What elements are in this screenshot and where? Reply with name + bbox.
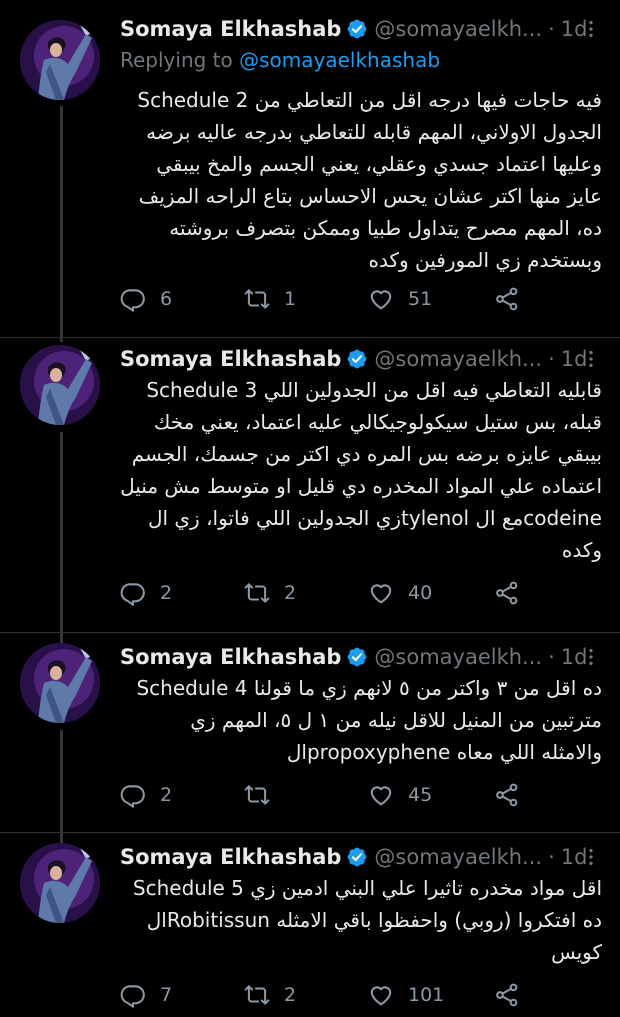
separator-dot: · bbox=[548, 17, 555, 41]
tweet-header: Somaya Elkhashab @somayaelkh... · 1d bbox=[120, 342, 587, 376]
tweet[interactable]: Somaya Elkhashab @somayaelkh... · 1d Sch… bbox=[0, 640, 620, 832]
verified-badge-icon bbox=[346, 348, 368, 370]
author-handle[interactable]: @somayaelkh... bbox=[374, 645, 542, 669]
retweet-icon bbox=[244, 580, 270, 606]
like-count: 101 bbox=[408, 984, 445, 1006]
tweet-text: Schedule 4 ده اقل من ٣ واكتر من ٥ لانهم … bbox=[136, 676, 602, 764]
tweet[interactable]: Somaya Elkhashab @somayaelkh... · 1d Sch… bbox=[0, 342, 620, 632]
tweet-header: Somaya Elkhashab @somayaelkh... · 1d bbox=[120, 840, 587, 874]
tweet-actions: 2 45 bbox=[120, 780, 540, 810]
like-button[interactable]: 101 bbox=[368, 980, 444, 1010]
retweet-button[interactable]: 2 bbox=[244, 980, 296, 1010]
heart-icon bbox=[368, 782, 394, 808]
share-button[interactable] bbox=[494, 780, 534, 810]
author-handle[interactable]: @somayaelkh... bbox=[374, 347, 542, 371]
retweet-icon bbox=[244, 782, 270, 808]
tweet-actions: 2 2 40 bbox=[120, 578, 540, 608]
more-dots-icon[interactable] bbox=[580, 18, 602, 40]
replying-prefix: Replying to bbox=[120, 48, 240, 72]
reply-count: 2 bbox=[160, 582, 173, 604]
reply-icon bbox=[120, 982, 146, 1008]
author-handle[interactable]: @somayaelkh... bbox=[374, 17, 542, 41]
retweet-count: 1 bbox=[284, 288, 297, 310]
retweet-button[interactable] bbox=[244, 780, 284, 810]
tweet[interactable]: Somaya Elkhashab @somayaelkh... · 1d Sch… bbox=[0, 840, 620, 1017]
share-icon bbox=[494, 982, 520, 1008]
replying-to: Replying to @somayaelkhashab bbox=[120, 48, 440, 72]
divider bbox=[0, 832, 620, 833]
divider bbox=[0, 632, 620, 633]
author-handle[interactable]: @somayaelkh... bbox=[374, 845, 542, 869]
reply-button[interactable]: 2 bbox=[120, 578, 172, 608]
tweet-text: Schedule 2 فيه حاجات فيها درجه اقل من ال… bbox=[137, 88, 602, 272]
tweet-actions: 7 2 101 bbox=[120, 980, 540, 1010]
share-icon bbox=[494, 580, 520, 606]
retweet-count: 2 bbox=[284, 984, 297, 1006]
reply-count: 7 bbox=[160, 984, 173, 1006]
reply-count: 2 bbox=[160, 784, 173, 806]
heart-icon bbox=[368, 580, 394, 606]
share-button[interactable] bbox=[494, 980, 534, 1010]
more-dots-icon[interactable] bbox=[580, 646, 602, 668]
tweet[interactable]: Somaya Elkhashab @somayaelkh... · 1d Rep… bbox=[0, 12, 620, 342]
share-icon bbox=[494, 782, 520, 808]
retweet-count: 2 bbox=[284, 582, 297, 604]
reply-button[interactable]: 2 bbox=[120, 780, 172, 810]
author-name[interactable]: Somaya Elkhashab bbox=[120, 347, 341, 371]
more-dots-icon[interactable] bbox=[580, 846, 602, 868]
heart-icon bbox=[368, 286, 394, 312]
divider bbox=[0, 337, 620, 338]
retweet-button[interactable]: 2 bbox=[244, 578, 296, 608]
verified-badge-icon bbox=[346, 846, 368, 868]
reply-icon bbox=[120, 782, 146, 808]
replying-to-handle[interactable]: @somayaelkhashab bbox=[239, 48, 440, 72]
share-button[interactable] bbox=[494, 284, 534, 314]
like-count: 40 bbox=[408, 582, 433, 604]
retweet-button[interactable]: 1 bbox=[244, 284, 296, 314]
like-count: 51 bbox=[408, 288, 433, 310]
retweet-icon bbox=[244, 982, 270, 1008]
reply-button[interactable]: 6 bbox=[120, 284, 172, 314]
more-dots-icon[interactable] bbox=[580, 348, 602, 370]
retweet-icon bbox=[244, 286, 270, 312]
like-button[interactable]: 51 bbox=[368, 284, 432, 314]
author-name[interactable]: Somaya Elkhashab bbox=[120, 17, 341, 41]
reply-button[interactable]: 7 bbox=[120, 980, 172, 1010]
tweet-text: Schedule 3 قابليه التعاطي فيه اقل من الج… bbox=[120, 378, 602, 562]
verified-badge-icon bbox=[346, 646, 368, 668]
tweet-header: Somaya Elkhashab @somayaelkh... · 1d bbox=[120, 12, 587, 46]
tweet-actions: 6 1 51 bbox=[120, 284, 540, 314]
share-button[interactable] bbox=[494, 578, 534, 608]
verified-badge-icon bbox=[346, 18, 368, 40]
like-count: 45 bbox=[408, 784, 433, 806]
separator-dot: · bbox=[548, 845, 555, 869]
share-icon bbox=[494, 286, 520, 312]
like-button[interactable]: 45 bbox=[368, 780, 432, 810]
separator-dot: · bbox=[548, 645, 555, 669]
reply-count: 6 bbox=[160, 288, 173, 310]
reply-icon bbox=[120, 286, 146, 312]
author-name[interactable]: Somaya Elkhashab bbox=[120, 645, 341, 669]
author-name[interactable]: Somaya Elkhashab bbox=[120, 845, 341, 869]
tweet-header: Somaya Elkhashab @somayaelkh... · 1d bbox=[120, 640, 587, 674]
reply-icon bbox=[120, 580, 146, 606]
like-button[interactable]: 40 bbox=[368, 578, 432, 608]
separator-dot: · bbox=[548, 347, 555, 371]
heart-icon bbox=[368, 982, 394, 1008]
tweet-text: Schedule 5 اقل مواد مخدره تاثيرا علي الب… bbox=[132, 876, 602, 964]
